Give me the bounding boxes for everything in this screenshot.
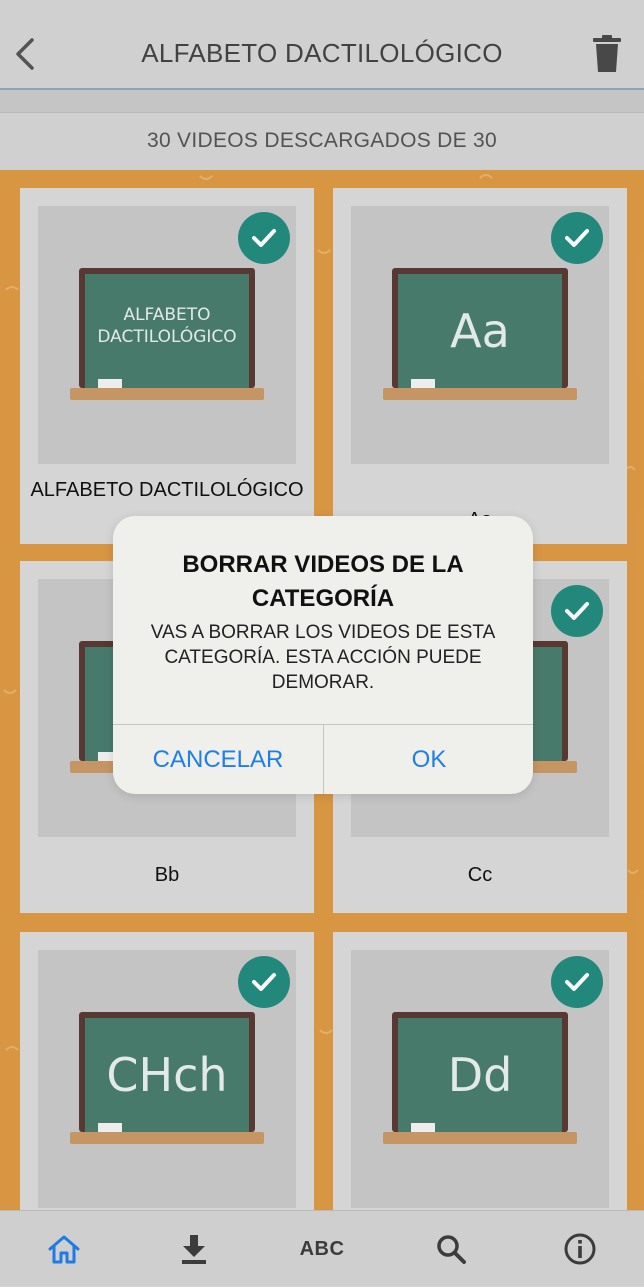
- dialog-message: VAS A BORRAR LOS VIDEOS DE ESTA CATEGORÍ…: [150, 622, 496, 693]
- delete-confirm-dialog: BORRAR VIDEOS DE LA CATEGORÍA VAS A BORR…: [113, 516, 533, 794]
- dialog-title: BORRAR VIDEOS DE LA CATEGORÍA: [182, 551, 464, 612]
- cancel-button[interactable]: CANCELAR: [113, 725, 323, 794]
- ok-button[interactable]: OK: [324, 725, 533, 794]
